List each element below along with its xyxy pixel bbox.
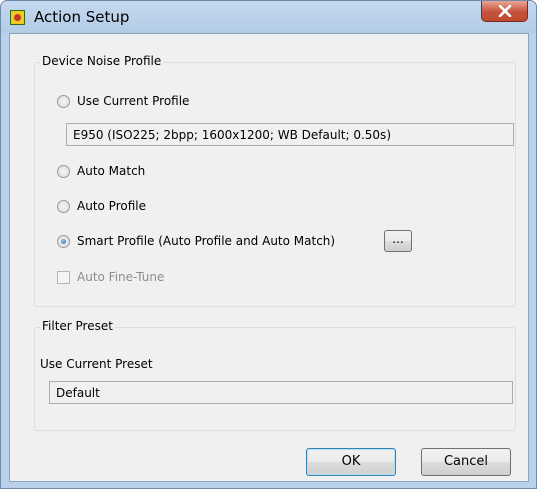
close-icon — [498, 5, 512, 17]
filter-preset-legend: Filter Preset — [40, 319, 115, 333]
radio-circle[interactable] — [57, 95, 70, 108]
device-noise-profile-legend: Device Noise Profile — [40, 54, 164, 68]
filter-preset-field[interactable]: Default — [49, 381, 513, 404]
cancel-button[interactable]: Cancel — [421, 448, 511, 476]
radio-circle-selected[interactable] — [57, 235, 70, 248]
dialog-body: Device Noise Profile Use Current Profile… — [9, 33, 529, 482]
checkbox-box[interactable] — [57, 271, 70, 284]
radio-circle[interactable] — [57, 200, 70, 213]
close-button[interactable] — [481, 1, 528, 22]
ok-button[interactable]: OK — [306, 448, 396, 476]
current-profile-field[interactable]: E950 (ISO225; 2bpp; 1600x1200; WB Defaul… — [66, 123, 514, 146]
filter-preset-group — [34, 327, 516, 431]
app-icon — [10, 10, 25, 25]
radio-circle[interactable] — [57, 165, 70, 178]
action-setup-dialog: Action Setup Device Noise Profile Use Cu… — [0, 0, 537, 489]
use-current-preset-label: Use Current Preset — [40, 357, 153, 371]
smart-profile-options-button[interactable]: ... — [384, 230, 412, 252]
title-bar[interactable]: Action Setup — [1, 1, 536, 33]
window-title: Action Setup — [34, 8, 130, 26]
